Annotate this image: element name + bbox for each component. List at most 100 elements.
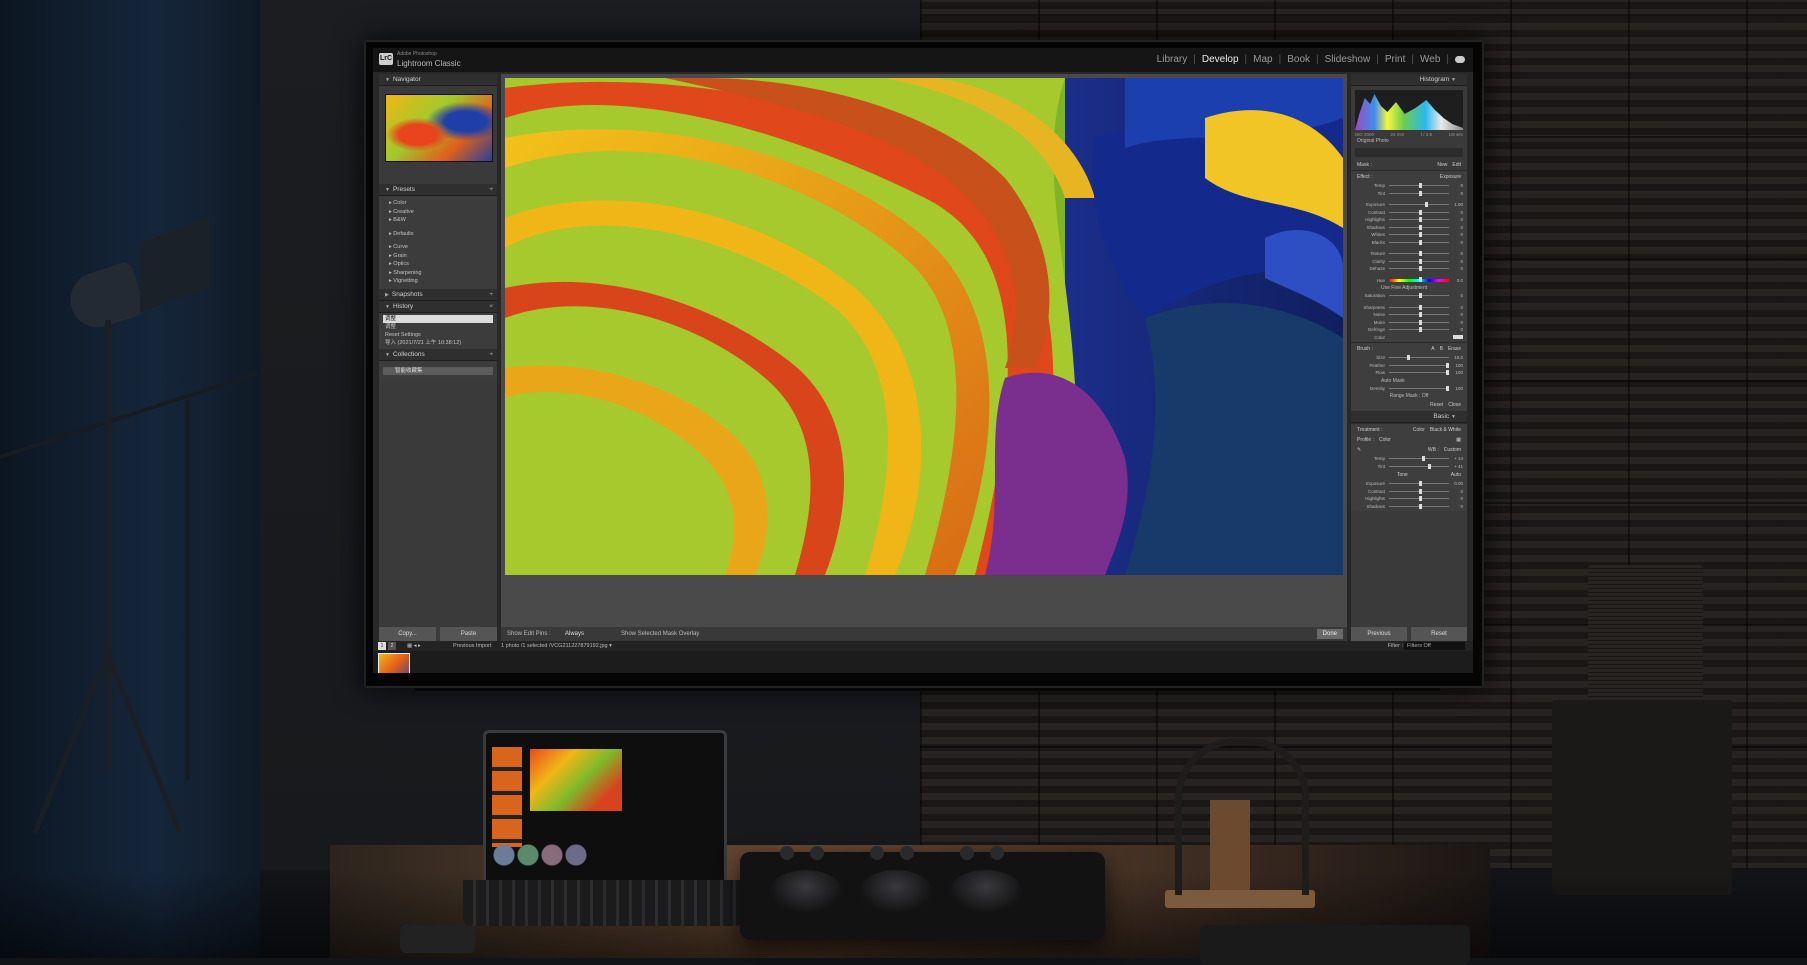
slider-noise[interactable]: Noise 0 xyxy=(1351,311,1467,319)
filter-select[interactable]: Filters Off xyxy=(1404,642,1465,650)
app-name[interactable]: Lightroom Classic xyxy=(397,59,461,68)
plus-icon[interactable]: + xyxy=(489,289,493,300)
tool-strip[interactable] xyxy=(1355,148,1463,157)
navigator-preview[interactable] xyxy=(385,94,493,162)
slider-basic-highlights[interactable]: Highlights 0 xyxy=(1351,495,1467,503)
plus-icon[interactable]: + xyxy=(489,184,493,195)
slider-basic-temp[interactable]: Temp + 14 xyxy=(1351,455,1467,463)
history-item[interactable]: 调整 xyxy=(383,323,493,331)
preset-item[interactable]: ▸ Vignetting xyxy=(389,277,491,286)
color-grading-control-panel xyxy=(740,846,1105,940)
slider-basic-contrast[interactable]: Contrast 0 xyxy=(1351,488,1467,496)
slider-whites[interactable]: Whites 0 xyxy=(1351,231,1467,239)
module-web[interactable]: Web xyxy=(1420,54,1440,65)
range-mask-select[interactable]: Range Mask : Off xyxy=(1351,392,1467,400)
slider-density[interactable]: Density 100 xyxy=(1351,385,1467,393)
module-slideshow[interactable]: Slideshow xyxy=(1325,54,1371,65)
history-item[interactable]: Reset Settings xyxy=(383,331,493,339)
preset-item[interactable]: ▸ Sharpening xyxy=(389,269,491,278)
treatment-bw[interactable]: Black & White xyxy=(1430,427,1461,433)
slider-brush-flow[interactable]: Flow 100 xyxy=(1351,369,1467,377)
module-library[interactable]: Library xyxy=(1157,54,1188,65)
slider-highlights[interactable]: Highlights 0 xyxy=(1351,216,1467,224)
slider-moire[interactable]: Moire 0 xyxy=(1351,319,1467,327)
auto-mask-checkbox[interactable]: Auto Mask xyxy=(1351,377,1467,385)
mask-new-button[interactable]: New xyxy=(1437,162,1447,168)
history-item[interactable]: 调整 xyxy=(383,314,493,323)
copy-button[interactable]: Copy... xyxy=(379,627,436,641)
source-label[interactable]: Previous Import xyxy=(453,641,492,651)
preset-item[interactable]: ▸ Curve xyxy=(389,243,491,252)
slider-clarity[interactable]: Clarity 0 xyxy=(1351,258,1467,266)
preset-item[interactable]: ▸ Optics xyxy=(389,260,491,269)
plus-icon[interactable]: + xyxy=(489,349,493,360)
slider-brush-feather[interactable]: Feather 100 xyxy=(1351,362,1467,370)
history-item[interactable]: 导入 (2021/7/21 上午 10:38:12) xyxy=(383,339,493,347)
slider-blacks[interactable]: Blacks 0 xyxy=(1351,239,1467,247)
tone-auto-button[interactable]: Auto xyxy=(1451,472,1461,478)
wb-select[interactable]: Custom xyxy=(1444,447,1461,453)
preset-item[interactable]: ▸ Grain xyxy=(389,252,491,261)
original-photo-checkbox[interactable]: Original Photo xyxy=(1351,137,1467,145)
preset-item[interactable]: ▸ B&W xyxy=(389,216,491,225)
collections-header[interactable]: ▼ Collections + xyxy=(379,348,497,361)
treatment-color[interactable]: Color xyxy=(1413,427,1425,433)
slider-shadows[interactable]: Shadows 0 xyxy=(1351,224,1467,232)
brush-a-button[interactable]: A xyxy=(1431,346,1434,352)
module-print[interactable]: Print xyxy=(1385,54,1406,65)
slider-hue[interactable]: Hue 0.0 xyxy=(1351,276,1467,285)
selection-label[interactable]: 1 photo /1 selected /VCG211227879192.jpg… xyxy=(501,641,612,651)
histogram-graph[interactable] xyxy=(1355,90,1463,130)
effect-select[interactable]: Exposure xyxy=(1440,174,1461,180)
slider-temp[interactable]: Temp 0 xyxy=(1351,182,1467,190)
slider-basic-tint[interactable]: Tint + 41 xyxy=(1351,463,1467,471)
slider-saturation[interactable]: Saturation 0 xyxy=(1351,292,1467,300)
brush-erase-button[interactable]: Erase xyxy=(1448,346,1461,352)
snapshots-header[interactable]: ▶ Snapshots + xyxy=(379,288,497,301)
slider-basic-exposure[interactable]: Exposure 0.00 xyxy=(1351,480,1467,488)
paste-button[interactable]: Paste xyxy=(440,627,497,641)
slider-dehaze[interactable]: Dehaze 0 xyxy=(1351,265,1467,273)
slider-defringe[interactable]: Defringe 0 xyxy=(1351,326,1467,334)
cloud-icon[interactable] xyxy=(1455,56,1465,63)
brush-b-button[interactable]: B xyxy=(1440,346,1443,352)
mask-close-button[interactable]: Close xyxy=(1448,402,1461,408)
profile-select[interactable]: Color xyxy=(1379,437,1391,443)
preset-item[interactable]: ▸ Creative xyxy=(389,208,491,217)
histogram-header[interactable]: Histogram ▼ xyxy=(1351,74,1467,86)
page-2-button[interactable]: 2 xyxy=(388,642,396,650)
wb-eyedropper-icon[interactable]: ✎ xyxy=(1357,447,1361,453)
slider-sharpness[interactable]: Sharpness 0 xyxy=(1351,304,1467,312)
fine-adjust-checkbox[interactable]: Use Fine Adjustment xyxy=(1351,284,1467,292)
module-map[interactable]: Map xyxy=(1253,54,1272,65)
slider-tint[interactable]: Tint 0 xyxy=(1351,190,1467,198)
slider-brush-size[interactable]: Size 15.0 xyxy=(1351,354,1467,362)
done-button[interactable]: Done xyxy=(1316,629,1343,639)
preset-item[interactable]: ▸ Defaults xyxy=(389,230,491,239)
slider-texture[interactable]: Texture 0 xyxy=(1351,250,1467,258)
reset-button[interactable]: Reset xyxy=(1411,627,1467,641)
presets-header[interactable]: ▼ Presets + xyxy=(379,184,497,196)
module-develop[interactable]: Develop xyxy=(1202,54,1239,65)
filmstrip-thumbnail[interactable] xyxy=(378,653,410,673)
main-photo[interactable] xyxy=(505,78,1343,575)
mask-overlay-checkbox[interactable]: Show Selected Mask Overlay xyxy=(621,627,699,641)
slider-contrast[interactable]: Contrast 0 xyxy=(1351,209,1467,217)
history-header[interactable]: ▼ History × xyxy=(379,300,497,313)
slider-basic-shadows[interactable]: Shadows 0 xyxy=(1351,503,1467,511)
grid-icon[interactable]: ▦ xyxy=(1456,437,1461,443)
module-book[interactable]: Book xyxy=(1287,54,1310,65)
previous-button[interactable]: Previous xyxy=(1351,627,1407,641)
close-icon[interactable]: × xyxy=(489,301,493,312)
basic-header[interactable]: Basic ▼ xyxy=(1351,411,1467,423)
page-1-button[interactable]: 1 xyxy=(378,642,386,650)
mask-reset-button[interactable]: Reset xyxy=(1430,402,1443,408)
slider-exposure[interactable]: Exposure 1.00 xyxy=(1351,201,1467,209)
color-swatch[interactable]: Color xyxy=(1351,334,1467,342)
edit-pins-select[interactable]: Always xyxy=(565,627,584,641)
navigator-header[interactable]: ▼ Navigator xyxy=(379,74,497,86)
preset-item[interactable]: ▸ Color xyxy=(389,199,491,208)
mask-edit-button[interactable]: Edit xyxy=(1452,162,1461,168)
collection-item[interactable]: 智能收藏集 xyxy=(383,366,493,375)
grid-icon[interactable]: ▦ ◂ ▸ xyxy=(407,641,421,651)
